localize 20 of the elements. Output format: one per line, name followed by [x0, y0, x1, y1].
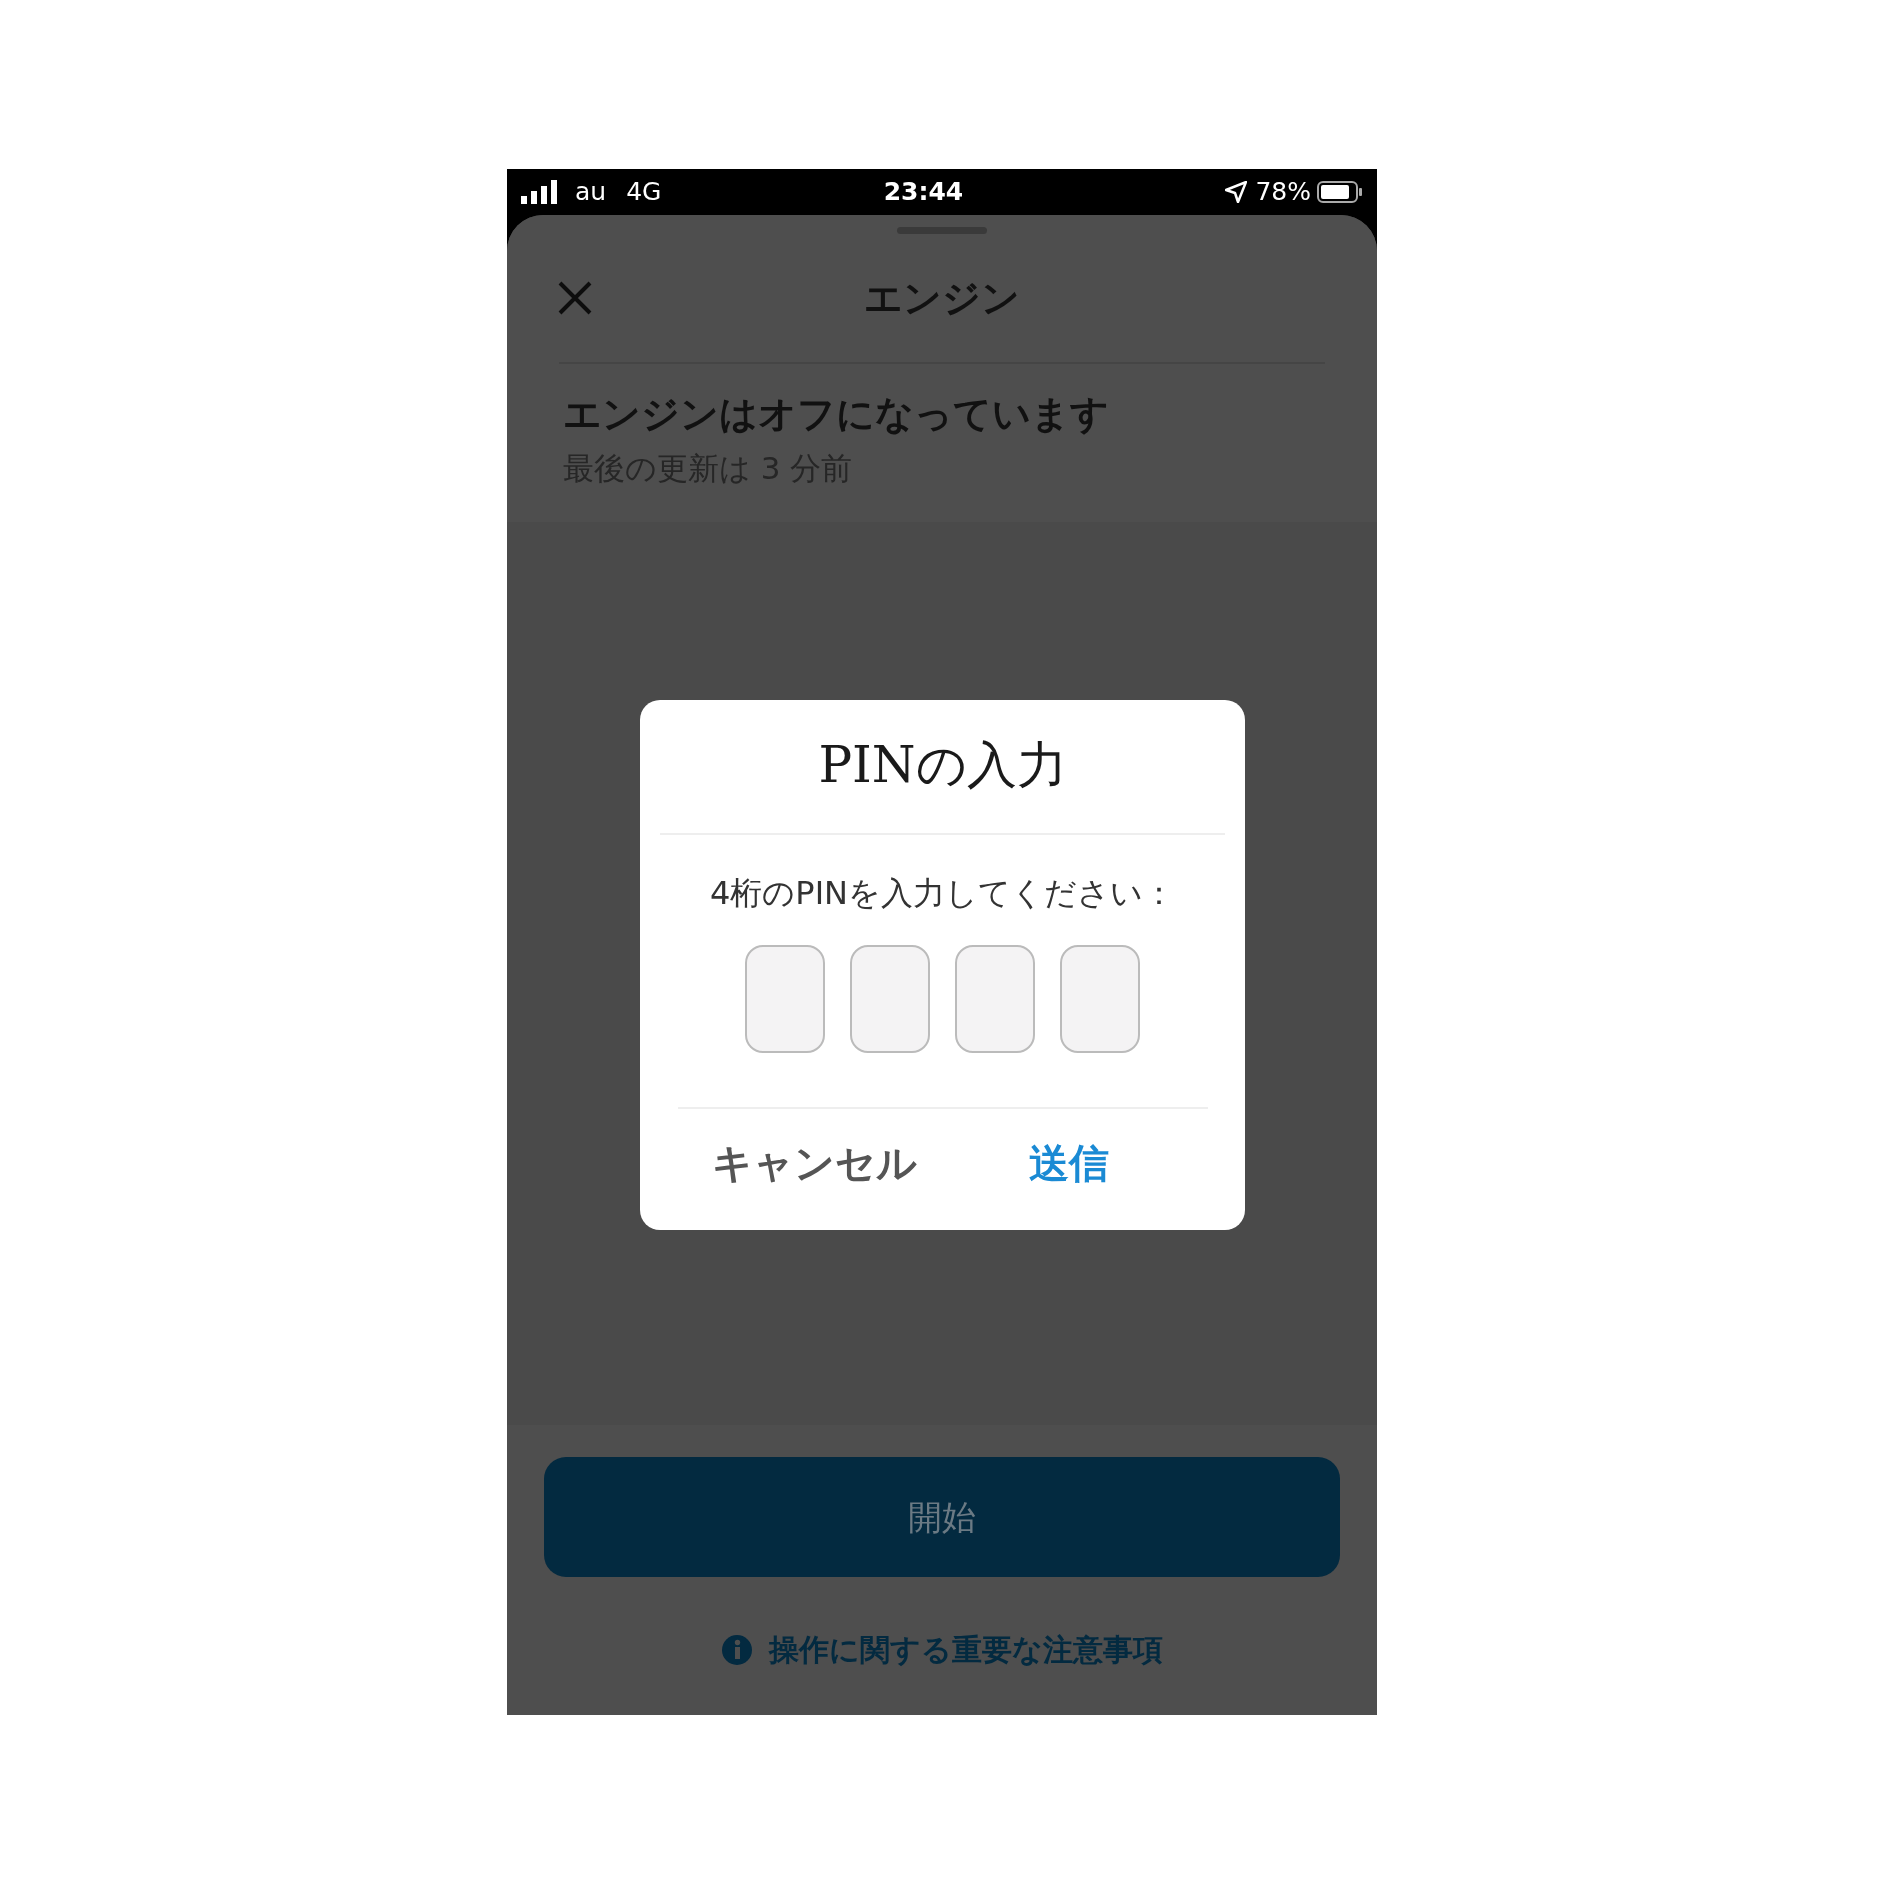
info-icon — [721, 1633, 753, 1666]
pin-prompt: 4桁のPINを入力してください： — [710, 873, 1175, 914]
cancel-button[interactable]: キャンセル — [696, 1127, 933, 1199]
clock: 23:44 — [882, 176, 965, 209]
network-type: 4G — [626, 176, 662, 209]
battery-percent: 78% — [1255, 176, 1311, 209]
close-icon[interactable] — [557, 280, 593, 316]
signal-icon — [521, 180, 559, 204]
carrier-name: au — [575, 176, 607, 209]
pin-digit-field[interactable] — [850, 945, 930, 1053]
pin-digit-field[interactable] — [745, 945, 825, 1053]
start-button[interactable]: 開始 — [544, 1457, 1340, 1577]
pin-digit-field[interactable] — [1060, 945, 1140, 1053]
battery-icon — [1317, 181, 1363, 203]
pin-digit-field[interactable] — [955, 945, 1035, 1053]
dialog-title: PINの入力 — [818, 735, 1067, 796]
location-icon — [1225, 181, 1248, 203]
sheet-title: エンジン — [864, 274, 1020, 322]
send-button[interactable]: 送信 — [1013, 1127, 1125, 1199]
engine-status: エンジンはオフになっています — [563, 391, 1110, 438]
